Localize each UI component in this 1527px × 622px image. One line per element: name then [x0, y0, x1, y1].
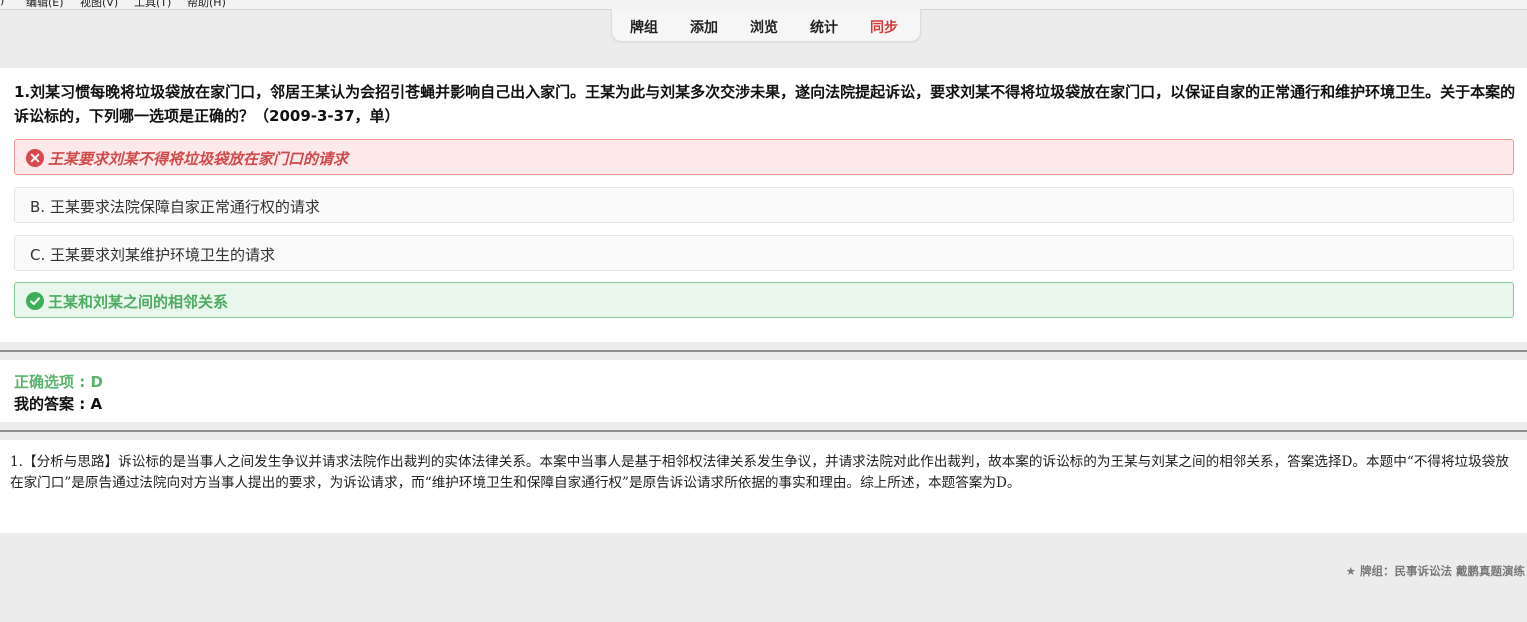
menu-item-view[interactable]: 视图(V) [80, 0, 118, 9]
option-label: 王某要求刘某不得将垃圾袋放在家门口的请求 [48, 150, 349, 168]
deck-info: ★ 牌组：民事诉讼法 戴鹏真题演练 [1345, 564, 1525, 578]
section-divider [0, 350, 1527, 352]
add-button[interactable]: 添加 [690, 17, 718, 37]
answer-summary: 正确选项 : D 我的答案 : A [0, 360, 1527, 422]
section-divider [0, 430, 1527, 432]
top-toolbar: 牌组 添加 浏览 统计 同步 [611, 9, 921, 42]
option-d-correct[interactable]: 王某和刘某之间的相邻关系 [14, 282, 1514, 318]
decks-button[interactable]: 牌组 [630, 17, 658, 37]
sync-button[interactable]: 同步 [870, 17, 898, 37]
option-c[interactable]: C. 王某要求刘某维护环境卫生的请求 [14, 235, 1514, 271]
option-label: 王某和刘某之间的相邻关系 [48, 293, 229, 311]
option-label: C. 王某要求刘某维护环境卫生的请求 [30, 246, 276, 264]
option-b[interactable]: B. 王某要求法院保障自家正常通行权的请求 [14, 187, 1514, 223]
question-text: 1.刘某习惯每晚将垃圾袋放在家门口，邻居王某认为会招引苍蝇并影响自己出入家门。王… [14, 83, 1516, 125]
stats-button[interactable]: 统计 [810, 17, 838, 37]
menu-item-tools[interactable]: 工具(T) [134, 0, 171, 9]
option-a-wrong[interactable]: 王某要求刘某不得将垃圾袋放在家门口的请求 [14, 139, 1514, 175]
option-label: B. 王某要求法院保障自家正常通行权的请求 [30, 198, 320, 216]
question-card: 1.刘某习惯每晚将垃圾袋放在家门口，邻居王某认为会招引苍蝇并影响自己出入家门。王… [0, 68, 1527, 342]
menu-edge-fragment: ) [0, 0, 5, 7]
menu-item-help[interactable]: 帮助(H) [187, 0, 226, 9]
menu-item-edit[interactable]: 编辑(E) [26, 0, 64, 9]
correct-answer-text: 正确选项 : D [14, 373, 103, 391]
analysis-card: 1.【分析与思路】诉讼标的是当事人之间发生争议并请求法院作出裁判的实体法律关系。… [0, 440, 1527, 533]
browse-button[interactable]: 浏览 [750, 17, 778, 37]
cross-circle-icon [26, 149, 44, 167]
check-circle-icon [26, 292, 44, 310]
my-answer-text: 我的答案 : A [14, 395, 103, 413]
analysis-text: 1.【分析与思路】诉讼标的是当事人之间发生争议并请求法院作出裁判的实体法律关系。… [10, 454, 1509, 491]
